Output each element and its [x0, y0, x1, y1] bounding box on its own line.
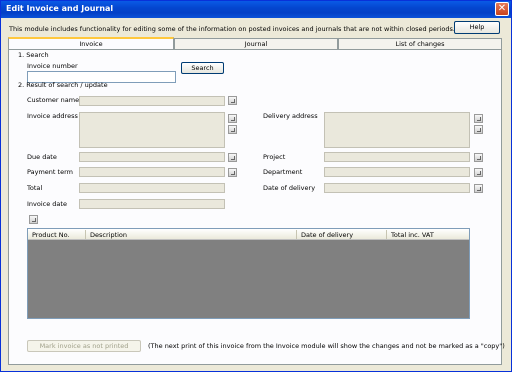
mark-not-printed-button[interactable]: Mark invoice as not printed — [27, 340, 141, 352]
date-of-delivery-label: Date of delivery — [263, 184, 316, 192]
project-label: Project — [263, 153, 286, 161]
total-label: Total — [27, 184, 43, 192]
edit-icon[interactable] — [228, 153, 237, 162]
invoice-number-label: Invoice number — [27, 62, 78, 70]
tab-list-of-changes[interactable]: List of changes — [338, 38, 502, 49]
edit-icon[interactable] — [228, 125, 237, 134]
invoice-date-label: Invoice date — [27, 200, 67, 208]
due-date-label: Due date — [27, 153, 57, 161]
delivery-address-field — [324, 112, 470, 148]
total-field — [79, 183, 225, 193]
project-field — [324, 152, 470, 162]
module-description: This module includes functionality for e… — [9, 25, 455, 33]
lookup-icon[interactable] — [228, 96, 237, 105]
customer-name-field — [79, 96, 225, 106]
edit-invoice-window: Edit Invoice and Journal ✕ This module i… — [0, 0, 512, 372]
date-of-delivery-field — [324, 183, 470, 193]
tab-journal[interactable]: Journal — [174, 38, 338, 49]
window-title: Edit Invoice and Journal — [6, 4, 114, 13]
column-header-date-of-delivery[interactable]: Date of delivery — [301, 231, 353, 239]
department-label: Department — [263, 168, 303, 176]
delivery-address-label: Delivery address — [263, 112, 318, 120]
edit-icon[interactable] — [474, 125, 483, 134]
footer-note: (The next print of this invoice from the… — [148, 342, 505, 350]
due-date-field — [79, 152, 225, 162]
tab-invoice[interactable]: Invoice — [8, 37, 174, 49]
grid-header: Product No. Description Date of delivery… — [28, 229, 469, 240]
search-button[interactable]: Search — [181, 62, 224, 74]
close-icon[interactable]: ✕ — [495, 2, 509, 16]
invoice-lines-grid[interactable]: Product No. Description Date of delivery… — [27, 228, 470, 319]
result-section-label: 2. Result of search / update — [18, 81, 108, 89]
edit-icon[interactable] — [228, 168, 237, 177]
invoice-address-field — [79, 112, 225, 148]
search-section-label: 1. Search — [18, 51, 49, 59]
edit-icon[interactable] — [474, 153, 483, 162]
column-header-description[interactable]: Description — [90, 231, 127, 239]
column-header-product-no[interactable]: Product No. — [32, 231, 70, 239]
department-field — [324, 167, 470, 177]
invoice-date-field — [79, 199, 225, 209]
edit-icon[interactable] — [474, 184, 483, 193]
help-button[interactable]: Help — [454, 21, 500, 34]
lookup-icon[interactable] — [474, 114, 483, 123]
edit-icon[interactable] — [474, 168, 483, 177]
edit-icon[interactable] — [29, 215, 38, 224]
title-bar: Edit Invoice and Journal ✕ — [1, 1, 511, 18]
invoice-address-label: Invoice address — [27, 112, 78, 120]
customer-name-label: Customer name — [27, 96, 80, 104]
payment-term-field — [79, 167, 225, 177]
lookup-icon[interactable] — [228, 114, 237, 123]
column-header-total-inc-vat[interactable]: Total inc. VAT — [391, 231, 434, 239]
payment-term-label: Payment term — [27, 168, 73, 176]
